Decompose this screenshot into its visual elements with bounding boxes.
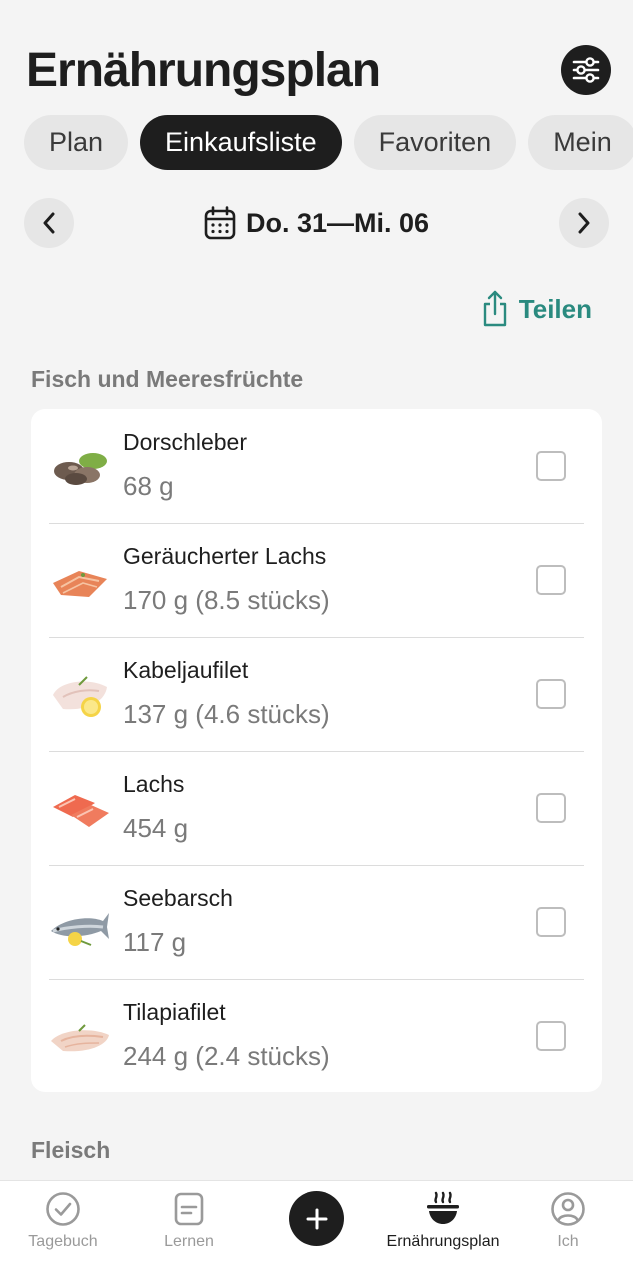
sliders-icon [572, 57, 600, 83]
nav-ich[interactable]: Ich [505, 1191, 631, 1251]
nav-tagebuch[interactable]: Tagebuch [0, 1191, 126, 1251]
plus-icon [306, 1208, 327, 1229]
share-button[interactable]: Teilen [481, 290, 592, 328]
bottom-navigation: Tagebuch Lernen Ernährungsplan Ich [0, 1180, 633, 1280]
item-name: Seebarsch [123, 885, 233, 911]
item-checkbox[interactable] [536, 451, 566, 481]
next-week-button[interactable] [559, 198, 609, 248]
chevron-right-icon [578, 212, 590, 234]
item-name: Lachs [123, 771, 185, 797]
tab-mein[interactable]: Mein [528, 115, 633, 170]
sea-bass-image [51, 913, 109, 946]
item-name: Tilapiafilet [123, 999, 226, 1025]
share-icon [483, 290, 506, 327]
nav-label: Ich [557, 1233, 579, 1250]
food-bowl-icon [427, 1191, 459, 1224]
tab-plan[interactable]: Plan [24, 115, 129, 170]
week-range[interactable]: Do. 31—Mi. 06 [24, 198, 609, 248]
tab-favoriten[interactable]: Favoriten [353, 115, 517, 170]
item-quantity: 117 g [123, 927, 187, 957]
item-quantity: 68 g [123, 471, 174, 501]
item-quantity: 244 g (2.4 stücks) [123, 1041, 330, 1071]
nav-lernen[interactable]: Lernen [126, 1191, 252, 1251]
cod-fillet-image [53, 676, 107, 717]
item-checkbox[interactable] [536, 565, 566, 595]
tab-einkaufsliste[interactable]: Einkaufsliste [140, 115, 342, 170]
notes-icon [174, 1192, 204, 1226]
shopping-list-card: Dorschleber 68 g Geräucherter Lachs 170 … [31, 409, 602, 1092]
item-quantity: 170 g (8.5 stücks) [123, 585, 330, 615]
header: Ernährungsplan [26, 40, 611, 106]
item-name: Dorschleber [123, 429, 247, 455]
profile-icon [551, 1192, 585, 1226]
list-item[interactable]: Lachs 454 g [31, 751, 602, 865]
week-range-label: Do. 31—Mi. 06 [245, 207, 430, 238]
add-button[interactable] [289, 1191, 344, 1246]
section-title-meat: Fleisch [31, 1137, 111, 1163]
tab-bar: Plan Einkaufsliste Favoriten Mein [24, 115, 633, 171]
previous-week-button[interactable] [24, 198, 74, 248]
nav-label: Tagebuch [28, 1233, 98, 1250]
week-navigator: Do. 31—Mi. 06 [24, 198, 609, 248]
list-item[interactable]: Kabeljaufilet 137 g (4.6 stücks) [31, 637, 602, 751]
section-title-fish: Fisch und Meeresfrüchte [31, 366, 304, 392]
cod-liver-image [54, 453, 107, 485]
chevron-left-icon [43, 212, 55, 234]
page-title: Ernährungsplan [26, 44, 381, 97]
list-item[interactable]: Geräucherter Lachs 170 g (8.5 stücks) [31, 523, 602, 637]
list-item[interactable]: Dorschleber 68 g [31, 409, 602, 523]
item-checkbox[interactable] [536, 907, 566, 937]
item-checkbox[interactable] [536, 793, 566, 823]
share-label: Teilen [518, 293, 592, 324]
salmon-image [53, 795, 109, 827]
check-circle-icon [46, 1192, 80, 1226]
calendar-icon [204, 206, 236, 240]
settings-button[interactable] [561, 45, 611, 95]
list-item[interactable]: Seebarsch 117 g [31, 865, 602, 979]
nav-label: Lernen [164, 1233, 214, 1250]
shopping-list-screen: Ernährungsplan Plan Einkaufsliste Favori… [0, 0, 633, 1280]
list-item[interactable]: Tilapiafilet 244 g (2.4 stücks) [31, 979, 602, 1092]
item-checkbox[interactable] [536, 679, 566, 709]
item-quantity: 137 g (4.6 stücks) [123, 699, 330, 729]
item-name: Geräucherter Lachs [123, 543, 327, 569]
tilapia-fillet-image [51, 1024, 109, 1052]
item-checkbox[interactable] [536, 1021, 566, 1051]
nav-ernaehrungsplan[interactable]: Ernährungsplan [380, 1191, 506, 1251]
nav-label: Ernährungsplan [386, 1233, 500, 1250]
item-quantity: 454 g [123, 813, 189, 843]
item-name: Kabeljaufilet [123, 657, 249, 683]
smoked-salmon-image [53, 571, 107, 597]
